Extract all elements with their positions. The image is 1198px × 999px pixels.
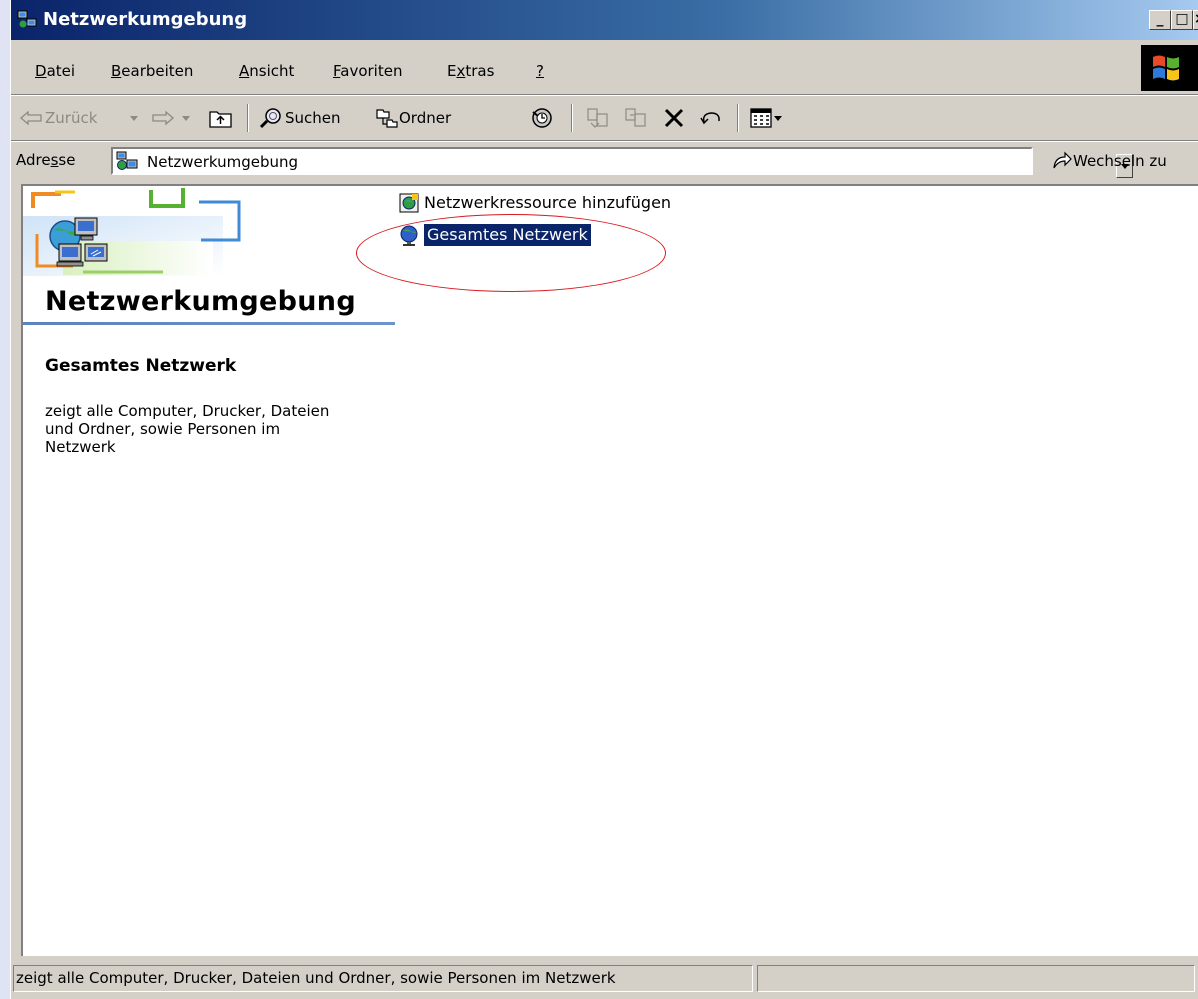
selected-item-description: zeigt alle Computer, Drucker, Dateien un… xyxy=(45,402,330,456)
folder-title: Netzwerkumgebung xyxy=(45,286,356,317)
menu-extras[interactable]: Extras xyxy=(447,61,494,81)
copy-to-icon xyxy=(625,108,646,127)
folder-view[interactable]: Netzwerkumgebung Gesamtes Netzwerk zeigt… xyxy=(21,184,1198,956)
network-banner-graphic xyxy=(23,188,241,276)
status-bar: zeigt alle Computer, Drucker, Dateien un… xyxy=(11,960,1198,999)
back-button[interactable]: Zurück xyxy=(19,106,97,130)
address-bar: Adresse Netzwerkumgebung Wechseln zu xyxy=(11,144,1198,180)
title-underline xyxy=(23,322,395,325)
forward-arrow-icon xyxy=(152,110,174,126)
up-folder-icon xyxy=(209,111,232,128)
status-text: zeigt alle Computer, Drucker, Dateien un… xyxy=(13,965,753,992)
add-network-place-icon xyxy=(399,193,419,213)
title-bar[interactable]: Netzwerkumgebung _ □ × xyxy=(11,0,1198,40)
menu-bearbeiten-accel: B xyxy=(111,62,122,80)
globe-network-icon xyxy=(400,225,418,246)
delete-button[interactable] xyxy=(661,106,687,130)
go-button-label: Wechseln zu xyxy=(1073,152,1167,170)
chevron-down-icon xyxy=(182,116,190,121)
menu-extras-post: tras xyxy=(465,62,495,80)
history-icon xyxy=(532,108,552,128)
history-button[interactable] xyxy=(529,106,555,130)
window-title: Netzwerkumgebung xyxy=(43,9,248,30)
selected-item-title: Gesamtes Netzwerk xyxy=(45,356,237,376)
toolbar-separator-line xyxy=(11,140,1198,142)
address-label: Adresse xyxy=(16,151,75,169)
menu-help-label: ? xyxy=(536,62,544,80)
list-item-label-selected: Gesamtes Netzwerk xyxy=(424,224,591,246)
move-to-button[interactable] xyxy=(585,106,611,130)
go-button[interactable]: Wechseln zu xyxy=(1051,151,1167,171)
close-button[interactable]: × xyxy=(1193,10,1198,30)
minimize-button[interactable]: _ xyxy=(1149,10,1171,30)
forward-dropdown[interactable] xyxy=(181,106,191,130)
views-icon xyxy=(750,108,772,128)
menu-favoriten-label: avoriten xyxy=(340,62,403,80)
folder-tree-icon xyxy=(376,109,398,128)
undo-icon xyxy=(700,112,720,125)
back-button-label: Zurück xyxy=(45,109,98,127)
network-neighborhood-icon xyxy=(116,151,138,170)
menu-ansicht[interactable]: Ansicht xyxy=(239,61,294,81)
back-arrow-icon xyxy=(20,110,42,126)
windows-logo-icon xyxy=(1141,45,1198,91)
standard-toolbar: Zurück Suchen Ordner xyxy=(11,98,1198,138)
go-arrow-icon xyxy=(1053,151,1072,169)
delete-icon xyxy=(664,108,684,128)
list-item-label: Netzwerkressource hinzufügen xyxy=(424,193,672,212)
search-button[interactable]: Suchen xyxy=(259,106,341,130)
menu-bearbeiten[interactable]: Bearbeiten xyxy=(111,61,193,81)
menu-datei-accel: D xyxy=(35,62,47,80)
status-zone xyxy=(757,965,1195,992)
toolbar-separator xyxy=(247,104,249,132)
back-dropdown[interactable] xyxy=(129,106,139,130)
folders-button[interactable]: Ordner xyxy=(375,106,451,130)
address-label-post: se xyxy=(58,151,76,169)
forward-button[interactable] xyxy=(149,106,175,130)
menu-datei[interactable]: Datei xyxy=(35,61,75,81)
network-neighborhood-icon xyxy=(17,10,37,29)
address-value: Netzwerkumgebung xyxy=(147,153,299,171)
folders-button-label: Ordner xyxy=(399,109,452,127)
toolbar-separator xyxy=(737,104,739,132)
chevron-down-icon xyxy=(774,116,782,121)
explorer-window: Netzwerkumgebung _ □ × Datei Bearbeiten … xyxy=(10,0,1198,999)
maximize-button[interactable]: □ xyxy=(1171,10,1193,30)
menu-ansicht-accel: A xyxy=(239,62,250,80)
move-to-icon xyxy=(587,108,608,128)
toolbar-separator xyxy=(571,104,573,132)
menu-datei-label: atei xyxy=(46,62,76,80)
menu-ansicht-label: nsicht xyxy=(249,62,295,80)
menu-bar: Datei Bearbeiten Ansicht Favoriten Extra… xyxy=(11,56,1198,86)
list-item-entire-network[interactable]: Gesamtes Netzwerk xyxy=(398,224,591,246)
address-input[interactable]: Netzwerkumgebung xyxy=(111,147,1133,178)
search-button-label: Suchen xyxy=(285,109,341,127)
menu-help[interactable]: ? xyxy=(536,61,544,81)
menu-separator xyxy=(11,94,1198,96)
menu-bearbeiten-label: earbeiten xyxy=(121,62,194,80)
chevron-down-icon xyxy=(130,116,138,121)
copy-to-button[interactable] xyxy=(623,106,649,130)
address-label-pre: Adre xyxy=(16,151,51,169)
views-button[interactable] xyxy=(749,106,783,130)
menu-favoriten[interactable]: Favoriten xyxy=(333,61,402,81)
up-folder-button[interactable] xyxy=(207,106,235,130)
search-icon xyxy=(259,108,281,129)
list-item-add-network-place[interactable]: Netzwerkressource hinzufügen xyxy=(398,192,671,214)
undo-button[interactable] xyxy=(699,106,725,130)
